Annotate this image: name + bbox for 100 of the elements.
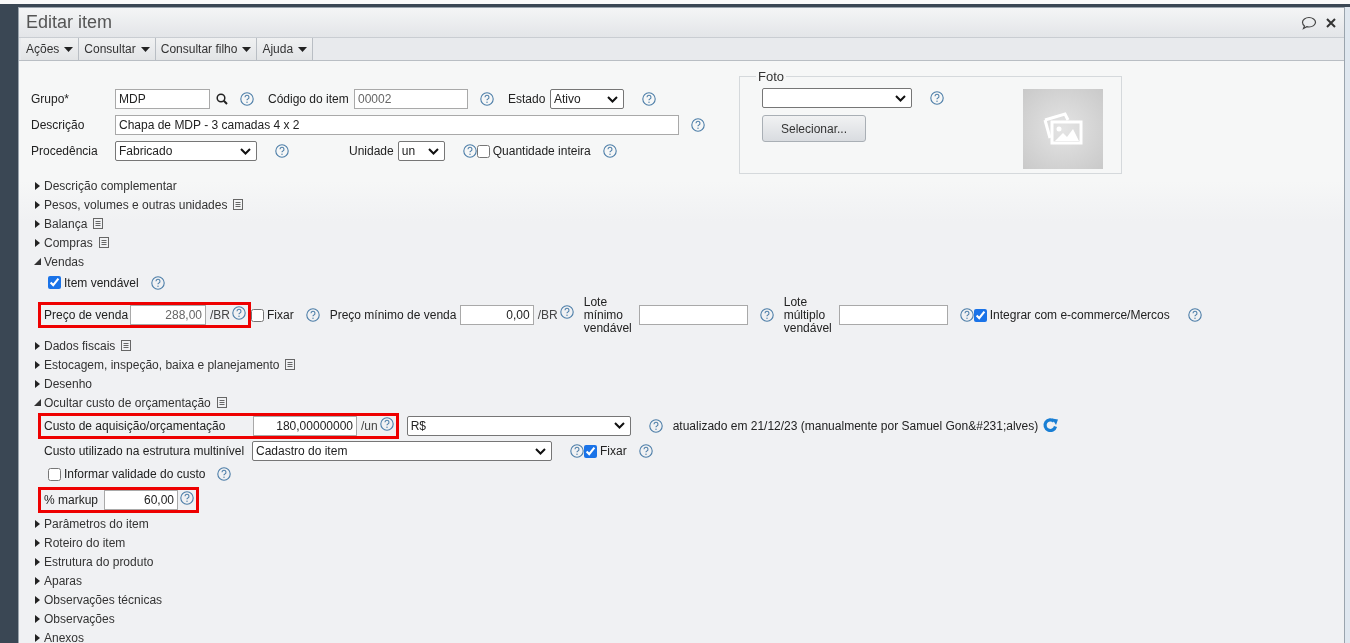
expand-icon[interactable] (34, 538, 41, 547)
help-icon[interactable] (462, 144, 477, 158)
section-header[interactable]: Estocagem, inspeção, baixa e planejamento (44, 357, 280, 372)
checkbox[interactable] (48, 276, 61, 289)
help-icon[interactable] (217, 467, 232, 481)
help-icon[interactable] (959, 308, 974, 322)
help-icon[interactable] (275, 144, 289, 158)
section-header[interactable]: Anexos (44, 630, 85, 643)
checkbox[interactable] (251, 308, 264, 322)
descricao-field[interactable]: Chapa de MDP - 3 camadas 4 x 2 (115, 115, 679, 135)
section-header[interactable]: Parâmetros do item (44, 516, 149, 531)
collapse-icon[interactable] (34, 398, 41, 407)
collapse-icon[interactable] (34, 257, 41, 266)
unit-label: /BR (537, 308, 558, 322)
expand-icon[interactable] (34, 181, 41, 190)
note-icon[interactable] (93, 218, 104, 229)
checkbox[interactable] (476, 144, 490, 158)
note-icon[interactable] (216, 397, 227, 408)
procedencia-select[interactable]: Fabricado (115, 141, 257, 161)
search-icon[interactable] (216, 93, 228, 105)
note-icon[interactable] (121, 340, 132, 351)
section-header[interactable]: Observações (44, 611, 115, 626)
markup-field[interactable]: 60,00 (104, 489, 178, 510)
estado-select[interactable]: Ativo (550, 89, 624, 109)
unidade-select[interactable]: un (397, 141, 445, 161)
expand-icon[interactable] (34, 595, 41, 604)
menu-button[interactable]: Consultar filho (155, 38, 258, 60)
section-header[interactable]: Vendas (44, 254, 85, 269)
caret-icon (242, 46, 252, 52)
chevron-icon (240, 147, 251, 155)
expand-icon[interactable] (34, 633, 41, 642)
expand-icon[interactable] (34, 341, 41, 350)
help-icon[interactable] (232, 306, 246, 320)
help-icon[interactable] (1187, 308, 1202, 322)
section-header[interactable]: Balança (44, 216, 88, 231)
note-icon[interactable] (98, 237, 109, 248)
field-label: % markup (44, 492, 100, 507)
close-icon[interactable] (1326, 17, 1336, 28)
caret-icon (64, 46, 74, 52)
field-label: Preço mínimo de venda (329, 308, 458, 322)
section-header[interactable]: Desenho (44, 376, 93, 391)
section-header[interactable]: Ocultar custo de orçamentação (44, 395, 211, 410)
section-header[interactable]: Roteiro do item (44, 535, 126, 550)
cost-field[interactable]: 180,00000000 (253, 415, 357, 436)
grupo-field[interactable]: MDP (115, 89, 210, 109)
currency-select[interactable]: R$ (406, 415, 631, 436)
help-icon[interactable] (691, 118, 705, 132)
codigo-field[interactable]: 00002 (354, 89, 468, 109)
caret-icon (298, 46, 308, 52)
menu-button[interactable]: Ações (21, 38, 80, 60)
expand-icon[interactable] (34, 557, 41, 566)
menu-button[interactable]: Ajuda (257, 38, 314, 60)
expand-icon[interactable] (34, 238, 41, 247)
photo-select[interactable] (762, 88, 912, 108)
chat-icon[interactable] (1301, 15, 1317, 30)
checkbox[interactable] (48, 467, 61, 481)
help-icon[interactable] (150, 275, 165, 290)
help-icon[interactable] (648, 418, 663, 433)
help-icon[interactable] (480, 92, 494, 106)
cost-source-select[interactable]: Cadastro do item (252, 441, 552, 461)
note-icon[interactable] (285, 359, 296, 370)
expand-icon[interactable] (34, 614, 41, 623)
section-header[interactable]: Estrutura do produto (44, 554, 154, 569)
expand-icon[interactable] (34, 379, 41, 388)
help-icon[interactable] (240, 92, 254, 106)
section-header[interactable]: Descrição complementar (44, 178, 177, 193)
expand-icon[interactable] (34, 360, 41, 369)
help-icon[interactable] (642, 92, 656, 106)
select-button[interactable]: Selecionar... (762, 115, 866, 142)
field-label: Preço de venda (44, 308, 130, 322)
section-header[interactable]: Aparas (44, 573, 83, 588)
section-header[interactable]: Dados fiscais (44, 338, 116, 353)
expand-icon[interactable] (34, 200, 41, 209)
help-icon[interactable] (559, 305, 574, 319)
help-icon[interactable] (180, 490, 194, 505)
refresh-icon[interactable] (1042, 417, 1060, 434)
help-icon[interactable] (379, 416, 394, 431)
price-field[interactable]: 288,00 (130, 305, 206, 325)
section-header[interactable]: Compras (44, 235, 93, 250)
help-icon[interactable] (759, 308, 774, 322)
chevron-icon (613, 422, 625, 429)
section-header[interactable]: Pesos, volumes e outras unidades (44, 197, 228, 212)
menu-button[interactable]: Consultar (79, 38, 156, 60)
checkbox-label: Item vendável (64, 275, 139, 290)
checkbox[interactable] (973, 308, 987, 322)
help-icon[interactable] (638, 444, 653, 458)
lot-field[interactable] (638, 305, 748, 325)
section-header[interactable]: Observações técnicas (44, 592, 163, 607)
help-icon[interactable] (570, 444, 584, 458)
caret-icon (140, 46, 150, 52)
help-icon[interactable] (602, 144, 617, 158)
help-icon[interactable] (930, 91, 944, 105)
note-icon[interactable] (233, 199, 244, 210)
lot-field[interactable] (838, 305, 948, 325)
expand-icon[interactable] (34, 519, 41, 528)
price-field[interactable]: 0,00 (459, 305, 534, 325)
expand-icon[interactable] (34, 576, 41, 585)
checkbox[interactable] (584, 444, 597, 458)
expand-icon[interactable] (34, 219, 41, 228)
help-icon[interactable] (305, 308, 320, 322)
